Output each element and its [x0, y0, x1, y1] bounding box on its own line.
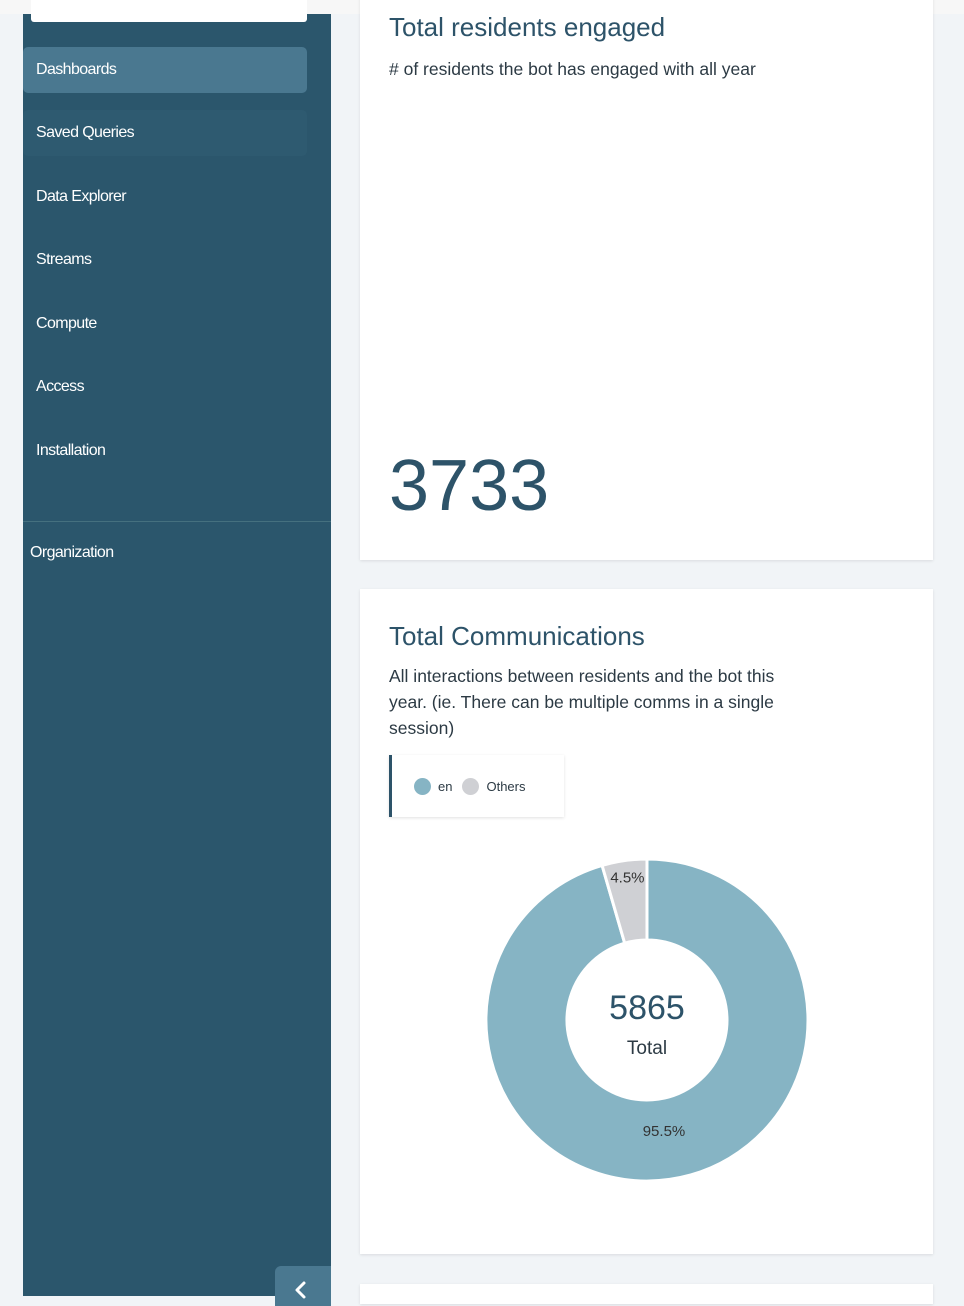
search-input[interactable]	[31, 0, 307, 22]
sidebar-item-data-explorer[interactable]: Data Explorer	[23, 174, 307, 220]
sidebar-item-compute[interactable]: Compute	[23, 301, 307, 347]
sidebar-item-access[interactable]: Access	[23, 364, 307, 410]
sidebar-divider	[23, 521, 331, 522]
sidebar: Dashboards Saved Queries Data Explorer S…	[23, 0, 331, 1306]
sidebar-item-label: Dashboards	[36, 61, 117, 78]
sidebar-item-label: Installation	[36, 442, 106, 459]
donut-slice-label: 4.5%	[610, 869, 644, 886]
sidebar-item-saved-queries[interactable]: Saved Queries	[23, 110, 307, 156]
donut-chart: 95.5% 4.5% 5865 Total	[484, 857, 810, 1183]
sidebar-item-label: Access	[36, 378, 85, 395]
card-title: Total residents engaged	[389, 12, 666, 42]
sidebar-item-dashboards[interactable]: Dashboards	[23, 47, 307, 93]
sidebar-item-label: Compute	[36, 315, 97, 332]
sidebar-item-streams[interactable]: Streams	[23, 237, 307, 283]
sidebar-item-label: Streams	[36, 251, 92, 268]
residents-count: 3733	[389, 446, 550, 526]
donut-center-value: 5865	[609, 989, 685, 1027]
communications-card: Total Communications All interactions be…	[360, 589, 933, 1254]
card-description: # of residents the bot has engaged with …	[389, 59, 756, 79]
sidebar-item-organization[interactable]: Organization	[30, 544, 114, 562]
next-card	[360, 1284, 933, 1304]
sidebar-item-label: Saved Queries	[36, 124, 135, 141]
donut-center-label: Total	[627, 1038, 667, 1059]
residents-card: Total residents engaged # of residents t…	[360, 0, 933, 560]
sidebar-item-label: Data Explorer	[36, 188, 127, 205]
sidebar-collapse-button[interactable]	[275, 1266, 331, 1306]
sidebar-item-installation[interactable]: Installation	[23, 428, 307, 474]
donut-slice-label: 95.5%	[643, 1123, 686, 1140]
chevron-left-icon	[295, 1281, 306, 1299]
